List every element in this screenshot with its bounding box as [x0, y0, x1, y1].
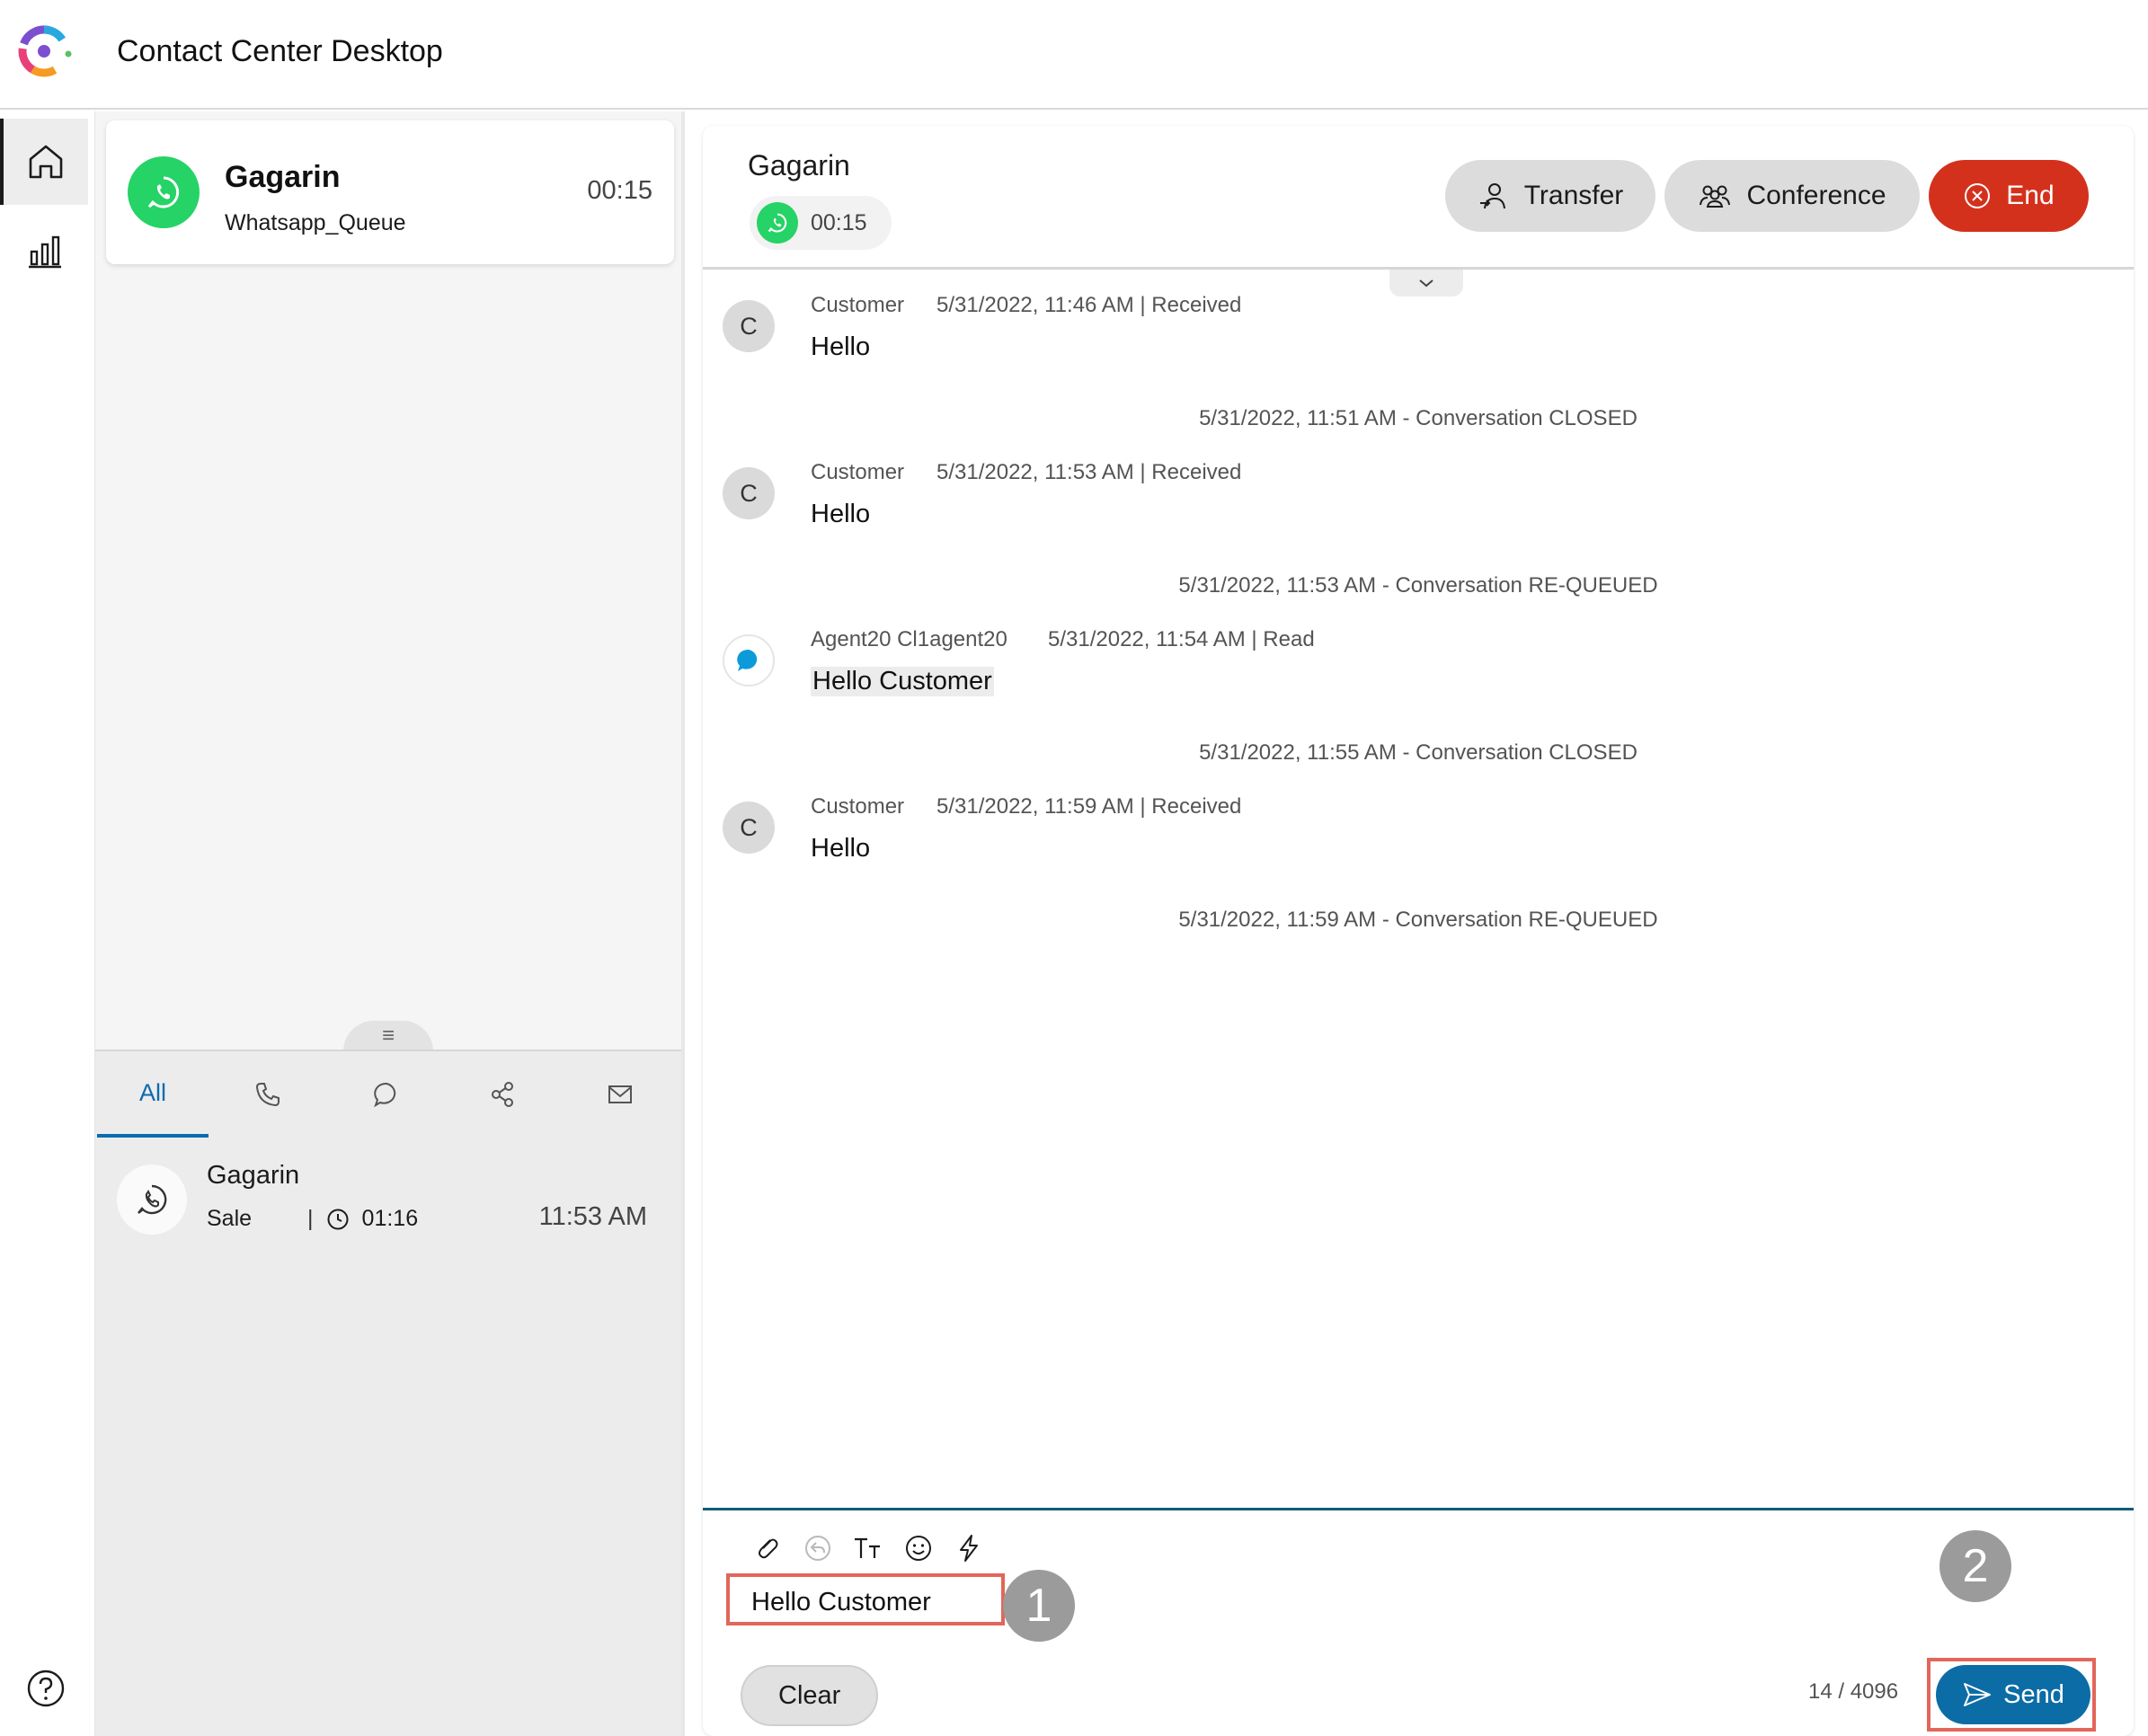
customer-avatar: C — [723, 467, 775, 519]
transfer-label: Transfer — [1523, 181, 1624, 210]
transfer-icon — [1479, 183, 1505, 209]
text-format-button[interactable] — [852, 1532, 884, 1564]
attach-button[interactable] — [751, 1532, 784, 1564]
conversation-panel: Gagarin 00:15 Transfer Conference End C … — [703, 126, 2134, 1736]
help-icon[interactable] — [25, 1668, 67, 1709]
message-text: Hello — [811, 332, 871, 361]
social-icon — [492, 1082, 513, 1107]
send-label: Send — [2003, 1679, 2064, 1709]
message-sender: Agent20 Cl1agent20 — [811, 627, 1007, 651]
home-icon — [29, 145, 63, 179]
conversation-contact-name: Gagarin — [748, 149, 850, 182]
home-nav-button[interactable] — [0, 119, 88, 205]
tab-all[interactable]: All — [97, 1051, 209, 1138]
task-timer: 00:15 — [587, 176, 652, 205]
reply-button[interactable] — [802, 1532, 834, 1564]
history-tabs: All — [95, 1051, 681, 1138]
step-callout-1: 1 — [1003, 1570, 1075, 1642]
quick-reply-button[interactable] — [953, 1532, 985, 1564]
text-format-icon — [855, 1537, 880, 1558]
history-duration: 01:16 — [361, 1206, 419, 1231]
chat-message: C Customer 5/31/2022, 11:59 AM | Receive… — [703, 794, 2134, 893]
app-title: Contact Center Desktop — [117, 34, 443, 68]
end-label: End — [2006, 181, 2055, 210]
message-timestamp: 5/31/2022, 11:53 AM | Received — [936, 460, 1242, 484]
chat-message: C Customer 5/31/2022, 11:46 AM | Receive… — [703, 293, 2134, 392]
transfer-button[interactable]: Transfer — [1445, 160, 1655, 232]
message-sender: Customer — [811, 293, 905, 317]
message-composer: Hello Customer 1 2 Clear 14 / 4096 Send — [703, 1508, 2134, 1736]
conversation-header: Gagarin 00:15 Transfer Conference End — [703, 126, 2134, 270]
agent-chat-icon — [723, 634, 775, 686]
customer-avatar: C — [723, 802, 775, 854]
customer-avatar: C — [723, 300, 775, 352]
task-contact-name: Gagarin — [225, 160, 341, 194]
conversation-event: 5/31/2022, 11:53 AM - Conversation RE-QU… — [1178, 573, 1658, 598]
history-contact-name: Gagarin — [207, 1161, 300, 1190]
paperclip-icon — [759, 1538, 778, 1559]
history-time: 11:53 AM — [538, 1202, 647, 1231]
message-text: Hello Customer — [811, 667, 994, 696]
message-text: Hello — [811, 500, 871, 528]
message-sender: Customer — [811, 794, 905, 819]
emoji-button[interactable] — [902, 1532, 935, 1564]
phone-icon — [255, 1083, 280, 1107]
history-list-item[interactable]: Gagarin Sale | 01:16 11:53 AM — [95, 1150, 681, 1258]
conference-label: Conference — [1746, 181, 1886, 210]
active-task-card[interactable]: Gagarin Whatsapp_Queue 00:15 — [106, 120, 674, 264]
clock-icon — [326, 1208, 350, 1231]
step-callout-2: 2 — [1939, 1530, 2011, 1602]
reply-icon — [805, 1536, 830, 1561]
conference-button[interactable]: Conference — [1664, 160, 1920, 232]
composer-toolbar — [751, 1532, 985, 1564]
panel-resize-handle[interactable]: ≡ — [343, 1021, 433, 1051]
emoji-icon — [906, 1536, 931, 1561]
tab-phone[interactable] — [212, 1051, 324, 1138]
contact-history-panel: All Gagarin Sale | 01:16 11:53 AM — [95, 1050, 681, 1736]
history-meta: Sale | 01:16 — [207, 1206, 418, 1232]
chat-icon — [374, 1082, 396, 1108]
conversation-timer: 00:15 — [750, 196, 892, 250]
history-queue: Sale — [207, 1206, 253, 1231]
conversation-event: 5/31/2022, 11:59 AM - Conversation RE-QU… — [1178, 908, 1658, 932]
lightning-icon — [960, 1535, 978, 1562]
tab-chat[interactable] — [331, 1051, 442, 1138]
chevron-down-icon — [1419, 279, 1433, 288]
message-timestamp: 5/31/2022, 11:54 AM | Read — [1048, 627, 1315, 651]
top-bar: Contact Center Desktop — [0, 0, 2148, 110]
app-logo-icon — [18, 25, 72, 77]
end-button[interactable]: End — [1929, 160, 2089, 232]
whatsapp-icon — [757, 202, 798, 244]
history-separator: | — [307, 1206, 314, 1231]
close-circle-icon — [1965, 183, 1991, 208]
send-icon — [1964, 1683, 1992, 1706]
character-count: 14 / 4096 — [1808, 1679, 1899, 1704]
clear-button[interactable]: Clear — [741, 1665, 879, 1726]
task-list-panel: Gagarin Whatsapp_Queue 00:15 ≡ All Gagar… — [95, 111, 685, 1736]
conference-icon — [1700, 185, 1731, 208]
nav-rail — [0, 111, 95, 1736]
message-text: Hello — [811, 834, 871, 863]
conversation-event: 5/31/2022, 11:51 AM - Conversation CLOSE… — [1199, 406, 1638, 430]
send-button[interactable]: Send — [1936, 1665, 2090, 1724]
bar-chart-icon — [29, 235, 61, 269]
whatsapp-icon — [117, 1165, 187, 1235]
message-timestamp: 5/31/2022, 11:59 AM | Received — [936, 794, 1242, 819]
chat-message: Agent20 Cl1agent20 5/31/2022, 11:54 AM |… — [703, 627, 2134, 726]
conversation-timer-value: 00:15 — [811, 209, 867, 235]
tab-all-label: All — [138, 1078, 166, 1106]
message-input[interactable]: Hello Customer — [726, 1573, 1005, 1625]
message-timestamp: 5/31/2022, 11:46 AM | Received — [936, 293, 1242, 317]
email-icon — [608, 1085, 632, 1103]
message-sender: Customer — [811, 460, 905, 484]
chat-message: C Customer 5/31/2022, 11:53 AM | Receive… — [703, 460, 2134, 559]
tab-social[interactable] — [448, 1051, 559, 1138]
whatsapp-icon — [128, 156, 200, 228]
task-queue-name: Whatsapp_Queue — [225, 210, 406, 235]
statistics-nav-button[interactable] — [22, 228, 68, 275]
tab-email[interactable] — [564, 1051, 676, 1138]
conversation-event: 5/31/2022, 11:55 AM - Conversation CLOSE… — [1199, 740, 1638, 765]
